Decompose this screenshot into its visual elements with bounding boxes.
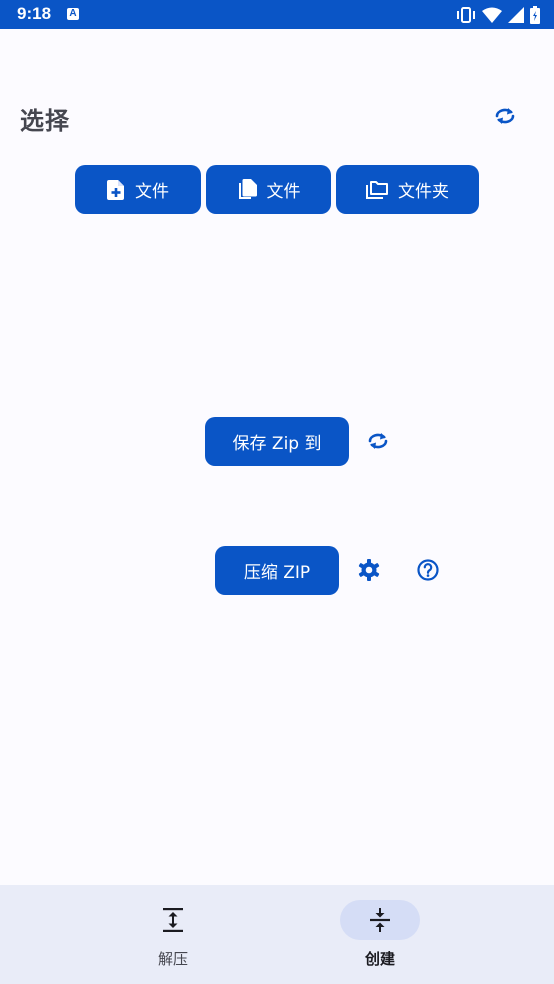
battery-icon bbox=[530, 6, 540, 24]
save-zip-to-button[interactable]: 保存 Zip 到 bbox=[205, 417, 349, 466]
select-files-button[interactable]: 文件 bbox=[206, 165, 331, 214]
save-refresh-button[interactable] bbox=[362, 425, 394, 457]
bottom-navigation: 解压 创建 bbox=[0, 885, 554, 984]
select-files-label: 文件 bbox=[266, 182, 301, 202]
settings-button[interactable] bbox=[353, 554, 385, 586]
nav-label-create: 创建 bbox=[364, 950, 395, 968]
refresh-button[interactable] bbox=[489, 100, 521, 132]
vibrate-icon bbox=[457, 7, 475, 23]
notification-icon: A bbox=[67, 8, 79, 20]
signal-icon bbox=[508, 7, 524, 23]
page-title: 选择 bbox=[20, 107, 70, 135]
compress-zip-button[interactable]: 压缩 ZIP bbox=[215, 546, 339, 595]
compress-zip-label: 压缩 ZIP bbox=[243, 563, 311, 583]
select-folder-button[interactable]: 文件夹 bbox=[336, 165, 479, 214]
file-add-icon bbox=[107, 179, 124, 200]
status-icons bbox=[456, 5, 540, 25]
nav-indicator-active bbox=[340, 900, 420, 940]
nav-item-create[interactable]: 创建 bbox=[280, 885, 480, 984]
select-folder-label: 文件夹 bbox=[398, 182, 449, 202]
wifi-icon bbox=[482, 7, 502, 23]
gear-icon bbox=[358, 559, 380, 581]
status-time: 9:18 bbox=[17, 4, 52, 23]
files-copy-icon bbox=[238, 178, 257, 199]
save-zip-label: 保存 Zip 到 bbox=[232, 434, 322, 454]
select-file-label: 文件 bbox=[135, 182, 169, 202]
refresh-icon bbox=[368, 433, 388, 449]
nav-item-extract[interactable]: 解压 bbox=[73, 885, 273, 984]
nav-indicator bbox=[133, 900, 213, 940]
help-button[interactable] bbox=[412, 554, 444, 586]
compress-icon bbox=[370, 908, 390, 932]
status-bar: 9:18 A bbox=[0, 0, 554, 29]
select-file-button[interactable]: 文件 bbox=[75, 165, 201, 214]
refresh-icon bbox=[495, 108, 515, 124]
extract-icon bbox=[163, 908, 183, 932]
folder-copy-icon bbox=[366, 180, 388, 199]
nav-label-extract: 解压 bbox=[157, 950, 188, 968]
help-icon bbox=[417, 559, 439, 581]
